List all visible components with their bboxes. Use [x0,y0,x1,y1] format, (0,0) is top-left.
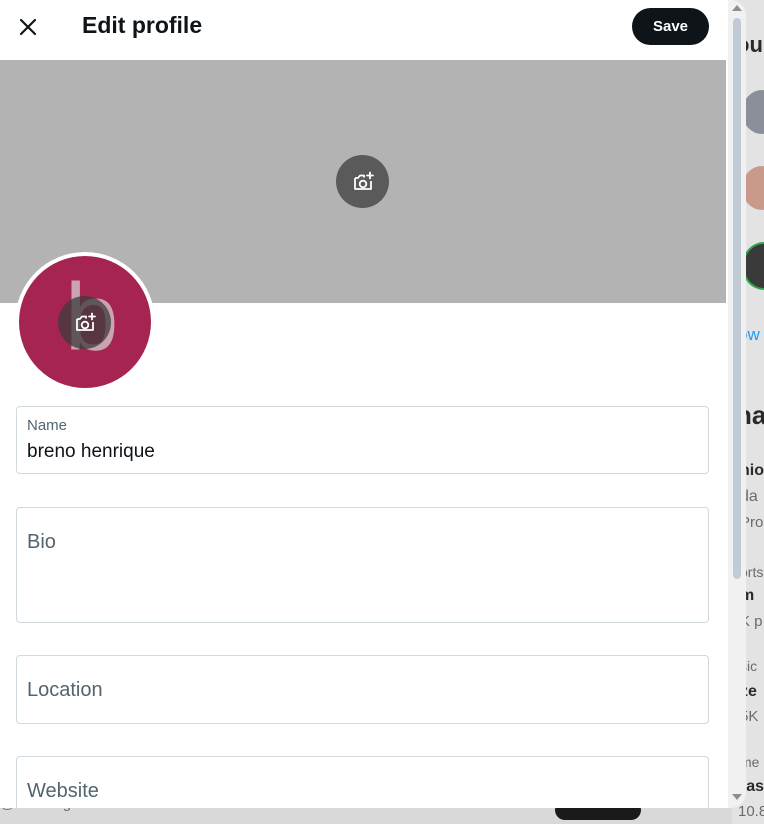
modal-header: Edit profile Save [0,0,746,53]
avatar: b [19,256,151,388]
add-banner-photo-button[interactable] [336,155,389,208]
add-photo-icon [75,312,96,331]
bio-placeholder: Bio [27,531,56,553]
bio-field[interactable]: Bio [16,507,709,623]
add-avatar-photo-button[interactable] [58,296,111,349]
modal-scrollbar[interactable] [728,0,746,808]
scroll-thumb[interactable] [733,18,741,579]
add-photo-icon [353,171,374,190]
save-button[interactable]: Save [632,8,709,45]
website-field[interactable]: Website [16,756,709,808]
website-placeholder: Website [27,780,99,802]
edit-profile-modal: Edit profile Save b Name breno henrique … [0,0,746,808]
name-label: Name [27,417,68,434]
name-value: breno henrique [27,441,155,462]
location-placeholder: Location [27,679,103,701]
scroll-down-arrow[interactable] [732,794,742,800]
close-icon [19,18,37,36]
scroll-up-arrow[interactable] [732,5,742,11]
modal-title: Edit profile [82,12,203,38]
name-field[interactable]: Name breno henrique [16,406,709,474]
close-button[interactable] [10,9,46,45]
location-field[interactable]: Location [16,655,709,724]
